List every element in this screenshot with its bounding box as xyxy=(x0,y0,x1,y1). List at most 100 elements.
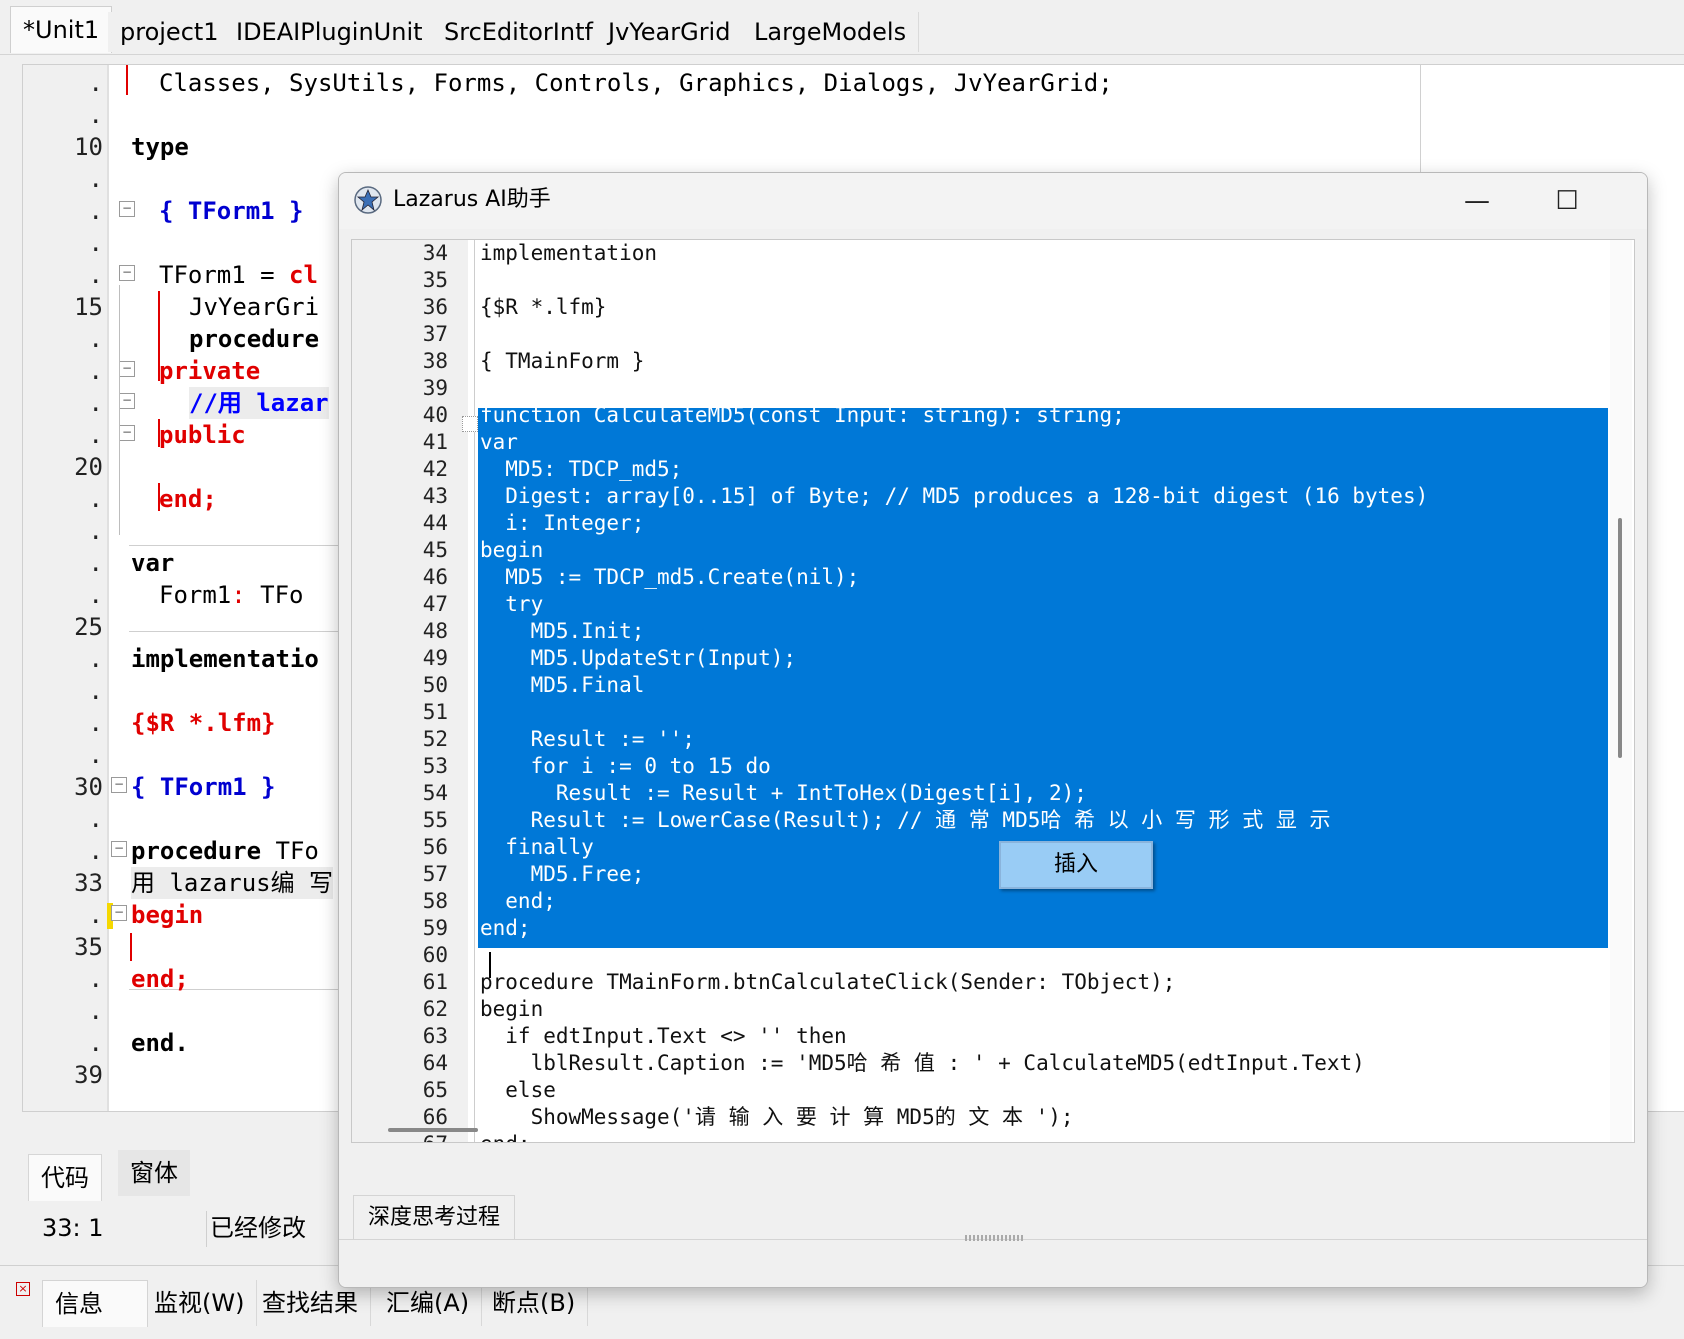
code-line: MD5.UpdateStr(Input); xyxy=(480,646,797,670)
code-line: procedure TFo xyxy=(131,835,319,867)
code-line: private xyxy=(159,357,261,385)
block-marker xyxy=(126,65,128,95)
line-number: . xyxy=(88,389,103,417)
code-line: { TForm1 } xyxy=(159,197,304,225)
line-number: 44 xyxy=(422,511,448,535)
line-number: 51 xyxy=(422,700,448,724)
line-number: . xyxy=(88,901,103,929)
code-line: end; xyxy=(131,965,189,993)
tab-project1[interactable]: project1 xyxy=(108,12,232,52)
line-number: . xyxy=(88,805,103,833)
code-token: TFo xyxy=(275,837,319,865)
code-token: TForm1 = xyxy=(159,261,290,289)
code-line: i: Integer; xyxy=(480,511,645,535)
line-number: 62 xyxy=(422,997,448,1021)
tab-watches[interactable]: 监视(W) xyxy=(142,1280,258,1326)
horizontal-scrollbar[interactable] xyxy=(388,1128,478,1132)
fold-toggle-icon[interactable]: − xyxy=(119,201,135,217)
text-caret xyxy=(489,952,491,978)
ai-response-code-view[interactable]: 34 35 36 37 38 39 40 41 42 43 44 45 46 4… xyxy=(351,239,1635,1143)
fold-toggle-icon[interactable]: − xyxy=(111,841,127,857)
tab-unit1[interactable]: *Unit1 xyxy=(10,6,113,53)
code-line: end; xyxy=(159,485,217,513)
line-number: . xyxy=(88,69,103,97)
tab-largemodels[interactable]: LargeModels xyxy=(742,12,920,52)
line-number: 55 xyxy=(422,808,448,832)
line-number: 20 xyxy=(74,453,103,481)
line-number: 35 xyxy=(74,933,103,961)
line-number: 50 xyxy=(422,673,448,697)
block-marker xyxy=(130,933,132,961)
code-line: ShowMessage('请 输 入 要 计 算 MD5的 文 本 '); xyxy=(480,1105,1074,1129)
code-line: end. xyxy=(131,1029,189,1057)
code-line: MD5.Init; xyxy=(480,619,645,643)
code-line: public xyxy=(159,421,246,449)
line-number: 47 xyxy=(422,592,448,616)
fold-toggle-icon[interactable] xyxy=(462,416,478,432)
code-line: end; xyxy=(480,889,556,913)
line-number: 63 xyxy=(422,1024,448,1048)
gutter-separator xyxy=(107,65,109,1111)
line-number: 42 xyxy=(422,457,448,481)
ai-assistant-dialog: Lazarus AI助手 — ☐ ✕ 34 35 36 37 38 39 40 … xyxy=(338,172,1648,1288)
fold-guide xyxy=(119,285,120,535)
code-line: MD5 := TDCP_md5.Create(nil); xyxy=(480,565,860,589)
close-button[interactable]: ✕ xyxy=(1631,181,1647,221)
tab-code[interactable]: 代码 xyxy=(28,1154,102,1201)
code-line: Result := LowerCase(Result); // 通 常 MD5哈… xyxy=(480,808,1331,832)
line-number: . xyxy=(88,101,103,129)
line-number: . xyxy=(88,261,103,289)
tab-srceditorintf[interactable]: SrcEditorIntf xyxy=(432,12,606,52)
code-token: cl xyxy=(289,261,318,289)
line-number: 35 xyxy=(422,268,448,292)
code-line: function CalculateMD5(const Input: strin… xyxy=(480,403,1125,427)
code-line: {$R *.lfm} xyxy=(480,295,607,319)
insert-button[interactable]: 插入 xyxy=(999,841,1153,889)
fold-toggle-icon[interactable]: − xyxy=(119,265,135,281)
code-line: 用 lazarus编 写 xyxy=(131,867,334,899)
code-line: MD5: TDCP_md5; xyxy=(480,457,683,481)
line-number: 49 xyxy=(422,646,448,670)
close-icon[interactable]: × xyxy=(16,1282,30,1296)
code-line: begin xyxy=(480,997,544,1021)
dialog-title-bar[interactable]: Lazarus AI助手 — ☐ ✕ xyxy=(339,173,1647,229)
code-line: MD5.Free; xyxy=(480,862,645,886)
code-line: { TMainForm } xyxy=(480,349,645,373)
modified-status: 已经修改 xyxy=(210,1214,306,1242)
code-line: TForm1 = cl xyxy=(159,259,318,291)
dialog-title: Lazarus AI助手 xyxy=(393,187,551,212)
splitter-grip[interactable] xyxy=(965,1235,1025,1241)
line-number: . xyxy=(88,741,103,769)
minimize-button[interactable]: — xyxy=(1449,181,1505,221)
code-line: type xyxy=(131,133,189,161)
code-line: end; xyxy=(480,916,531,940)
fold-toggle-icon[interactable]: − xyxy=(119,425,135,441)
fold-toggle-icon[interactable]: − xyxy=(119,393,135,409)
tab-jvyeargrid[interactable]: JvYearGrid xyxy=(596,12,744,52)
tab-ideaipluginunit[interactable]: IDEAIPluginUnit xyxy=(224,12,436,52)
line-number: 46 xyxy=(422,565,448,589)
line-number: . xyxy=(88,677,103,705)
code-line: end; xyxy=(480,1131,531,1142)
vertical-scrollbar-thumb[interactable] xyxy=(1618,518,1622,758)
editor-bottom-tabs: 代码 窗体 xyxy=(22,1150,342,1204)
code-token: Form1 xyxy=(159,581,232,609)
line-number: 59 xyxy=(422,916,448,940)
line-number: . xyxy=(88,357,103,385)
line-number: 41 xyxy=(422,430,448,454)
fold-toggle-icon[interactable]: − xyxy=(111,777,127,793)
fold-toggle-icon[interactable]: − xyxy=(111,905,127,921)
code-line: Digest: array[0..15] of Byte; // MD5 pro… xyxy=(480,484,1429,508)
line-number: 65 xyxy=(422,1078,448,1102)
tab-deep-thinking[interactable]: 深度思考过程 xyxy=(353,1195,516,1240)
line-number: . xyxy=(88,1029,103,1057)
line-number: 52 xyxy=(422,727,448,751)
tab-form[interactable]: 窗体 xyxy=(118,1150,190,1196)
maximize-button[interactable]: ☐ xyxy=(1539,181,1595,221)
code-line: if edtInput.Text <> '' then xyxy=(480,1024,847,1048)
line-number: . xyxy=(88,421,103,449)
tab-messages[interactable]: 信息 xyxy=(42,1280,148,1327)
line-number: . xyxy=(88,485,103,513)
fold-toggle-icon[interactable]: − xyxy=(119,361,135,377)
line-number: 43 xyxy=(422,484,448,508)
